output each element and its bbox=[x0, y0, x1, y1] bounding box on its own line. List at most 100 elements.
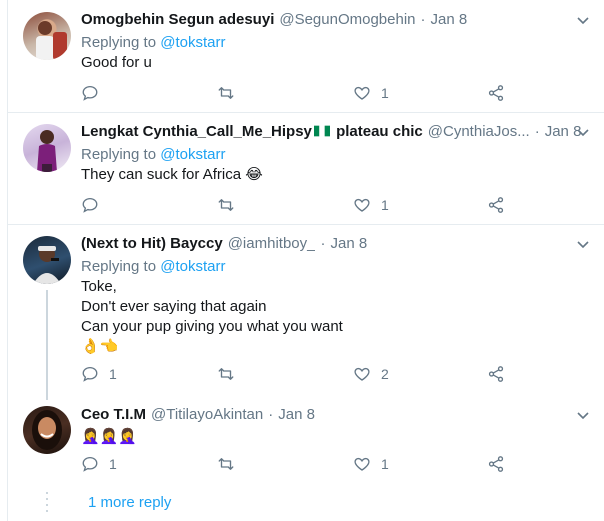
like-icon bbox=[354, 457, 370, 471]
author-name-part: Lengkat Cynthia_Call_Me_Hipsy bbox=[81, 123, 312, 140]
separator-dot: · bbox=[320, 235, 326, 252]
caret-down-icon[interactable] bbox=[575, 407, 591, 423]
replying-to-link[interactable]: @tokstarr bbox=[160, 34, 225, 51]
reply-count: 1 bbox=[109, 366, 117, 382]
replying-to: Replying to @tokstarr bbox=[81, 145, 591, 165]
tweet-text: Good for u bbox=[81, 54, 152, 71]
author-name[interactable]: (Next to Hit) Bayccy bbox=[81, 234, 223, 254]
replying-to-prefix: Replying to bbox=[81, 146, 157, 163]
tweet-header: Omogbehin Segun adesuyi @SegunOmogbehin … bbox=[81, 10, 591, 30]
reply-icon bbox=[82, 366, 98, 382]
caret-down-icon[interactable] bbox=[575, 124, 591, 140]
share-icon bbox=[488, 85, 504, 101]
author-name[interactable]: Ceo T.I.M bbox=[81, 405, 146, 425]
avatar[interactable] bbox=[23, 12, 71, 60]
replying-to-link[interactable]: @tokstarr bbox=[160, 258, 225, 275]
tweet[interactable]: (Next to Hit) Bayccy @iamhitboy_ · Jan 8… bbox=[8, 224, 604, 396]
share-button[interactable] bbox=[487, 82, 505, 104]
timestamp[interactable]: Jan 8 bbox=[330, 234, 367, 254]
author-handle[interactable]: @TitilayoAkintan bbox=[151, 405, 263, 425]
like-icon bbox=[354, 86, 370, 100]
avatar[interactable] bbox=[23, 236, 71, 284]
action-bar: 1 2 bbox=[81, 363, 521, 385]
retweet-icon bbox=[218, 458, 234, 470]
tweet-header: Lengkat Cynthia_Call_Me_Hipsy plateau ch… bbox=[81, 122, 591, 142]
like-count: 1 bbox=[381, 197, 389, 213]
like-icon bbox=[354, 198, 370, 212]
avatar[interactable] bbox=[23, 406, 71, 454]
reply-count: 1 bbox=[109, 456, 117, 472]
tweet[interactable]: Omogbehin Segun adesuyi @SegunOmogbehin … bbox=[8, 0, 604, 113]
author-handle[interactable]: @SegunOmogbehin bbox=[279, 10, 415, 30]
tweet-text-line: Can your pup giving you what you want bbox=[81, 318, 343, 335]
retweet-button[interactable] bbox=[217, 363, 235, 385]
action-bar: 1 1 bbox=[81, 453, 521, 475]
share-icon bbox=[488, 366, 504, 382]
retweet-button[interactable] bbox=[217, 82, 235, 104]
like-count: 1 bbox=[381, 456, 389, 472]
tweet-header: Ceo T.I.M @TitilayoAkintan · Jan 8 bbox=[81, 405, 591, 425]
like-count: 2 bbox=[381, 366, 389, 382]
reply-button[interactable]: 1 bbox=[81, 453, 117, 475]
tweet-text: Toke, Don't ever saying that again Can y… bbox=[81, 277, 591, 357]
tweet-emoji-line: 🤦‍♀️🤦‍♀️🤦‍♀️ bbox=[81, 428, 138, 445]
timestamp[interactable]: Jan 8 bbox=[278, 405, 315, 425]
like-count: 1 bbox=[381, 85, 389, 101]
reply-button[interactable] bbox=[81, 194, 109, 216]
share-button[interactable] bbox=[487, 363, 505, 385]
reply-icon bbox=[82, 456, 98, 472]
author-name[interactable]: Omogbehin Segun adesuyi bbox=[81, 10, 274, 30]
tweet[interactable]: Ceo T.I.M @TitilayoAkintan · Jan 8 🤦‍♀️🤦… bbox=[8, 396, 604, 484]
separator-dot: · bbox=[268, 406, 274, 423]
like-button[interactable]: 1 bbox=[353, 453, 389, 475]
like-button[interactable]: 2 bbox=[353, 363, 389, 385]
separator-dot: · bbox=[420, 11, 426, 28]
reply-button[interactable]: 1 bbox=[81, 363, 117, 385]
retweet-button[interactable] bbox=[217, 453, 235, 475]
like-icon bbox=[354, 367, 370, 381]
avatar-figure bbox=[33, 246, 61, 284]
avatar-figure bbox=[36, 21, 67, 60]
tweet-text: They can suck for Africa 😂 bbox=[81, 166, 263, 183]
share-button[interactable] bbox=[487, 194, 505, 216]
reply-icon bbox=[82, 197, 98, 213]
tweet-emoji-line: 👌👈 bbox=[81, 338, 119, 355]
tweet-header: (Next to Hit) Bayccy @iamhitboy_ · Jan 8 bbox=[81, 234, 591, 254]
replying-to: Replying to @tokstarr bbox=[81, 257, 591, 277]
avatar-figure bbox=[32, 410, 62, 450]
caret-down-icon[interactable] bbox=[575, 236, 591, 252]
replies-feed: Omogbehin Segun adesuyi @SegunOmogbehin … bbox=[7, 0, 604, 521]
replying-to-prefix: Replying to bbox=[81, 34, 157, 51]
thread-dotted-line bbox=[46, 492, 48, 516]
retweet-icon bbox=[218, 368, 234, 380]
author-name-part: plateau chic bbox=[336, 123, 423, 140]
avatar[interactable] bbox=[23, 124, 71, 172]
author-name[interactable]: Lengkat Cynthia_Call_Me_Hipsy plateau ch… bbox=[81, 122, 423, 142]
tweet[interactable]: Lengkat Cynthia_Call_Me_Hipsy plateau ch… bbox=[8, 112, 604, 225]
share-button[interactable] bbox=[487, 453, 505, 475]
action-bar: 1 bbox=[81, 82, 521, 104]
timestamp[interactable]: Jan 8 bbox=[431, 10, 468, 30]
retweet-icon bbox=[218, 87, 234, 99]
retweet-icon bbox=[218, 199, 234, 211]
author-handle[interactable]: @iamhitboy_ bbox=[228, 234, 316, 254]
replying-to-prefix: Replying to bbox=[81, 258, 157, 275]
like-button[interactable]: 1 bbox=[353, 194, 389, 216]
tweet-text-line: Toke, bbox=[81, 278, 117, 295]
nigeria-flag-icon bbox=[313, 125, 330, 137]
replying-to: Replying to @tokstarr bbox=[81, 33, 591, 53]
reply-button[interactable] bbox=[81, 82, 109, 104]
retweet-button[interactable] bbox=[217, 194, 235, 216]
caret-down-icon[interactable] bbox=[575, 12, 591, 28]
tweet-text-line: Don't ever saying that again bbox=[81, 298, 267, 315]
replying-to-link[interactable]: @tokstarr bbox=[160, 146, 225, 163]
more-replies-link[interactable]: 1 more reply bbox=[88, 494, 171, 511]
share-icon bbox=[488, 456, 504, 472]
reply-icon bbox=[82, 85, 98, 101]
author-handle[interactable]: @CynthiaJos... bbox=[428, 122, 530, 142]
like-button[interactable]: 1 bbox=[353, 82, 389, 104]
action-bar: 1 bbox=[81, 194, 521, 216]
share-icon bbox=[488, 197, 504, 213]
avatar-figure bbox=[37, 130, 57, 172]
separator-dot: · bbox=[534, 123, 540, 140]
